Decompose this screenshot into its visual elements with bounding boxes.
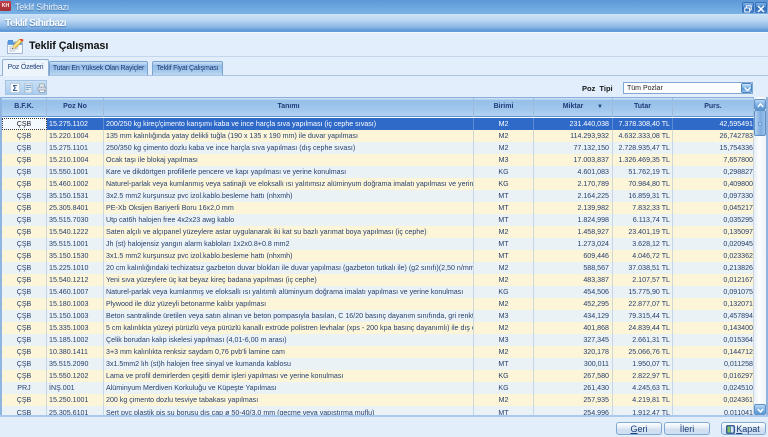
svg-text:Σ: Σ (13, 84, 18, 93)
